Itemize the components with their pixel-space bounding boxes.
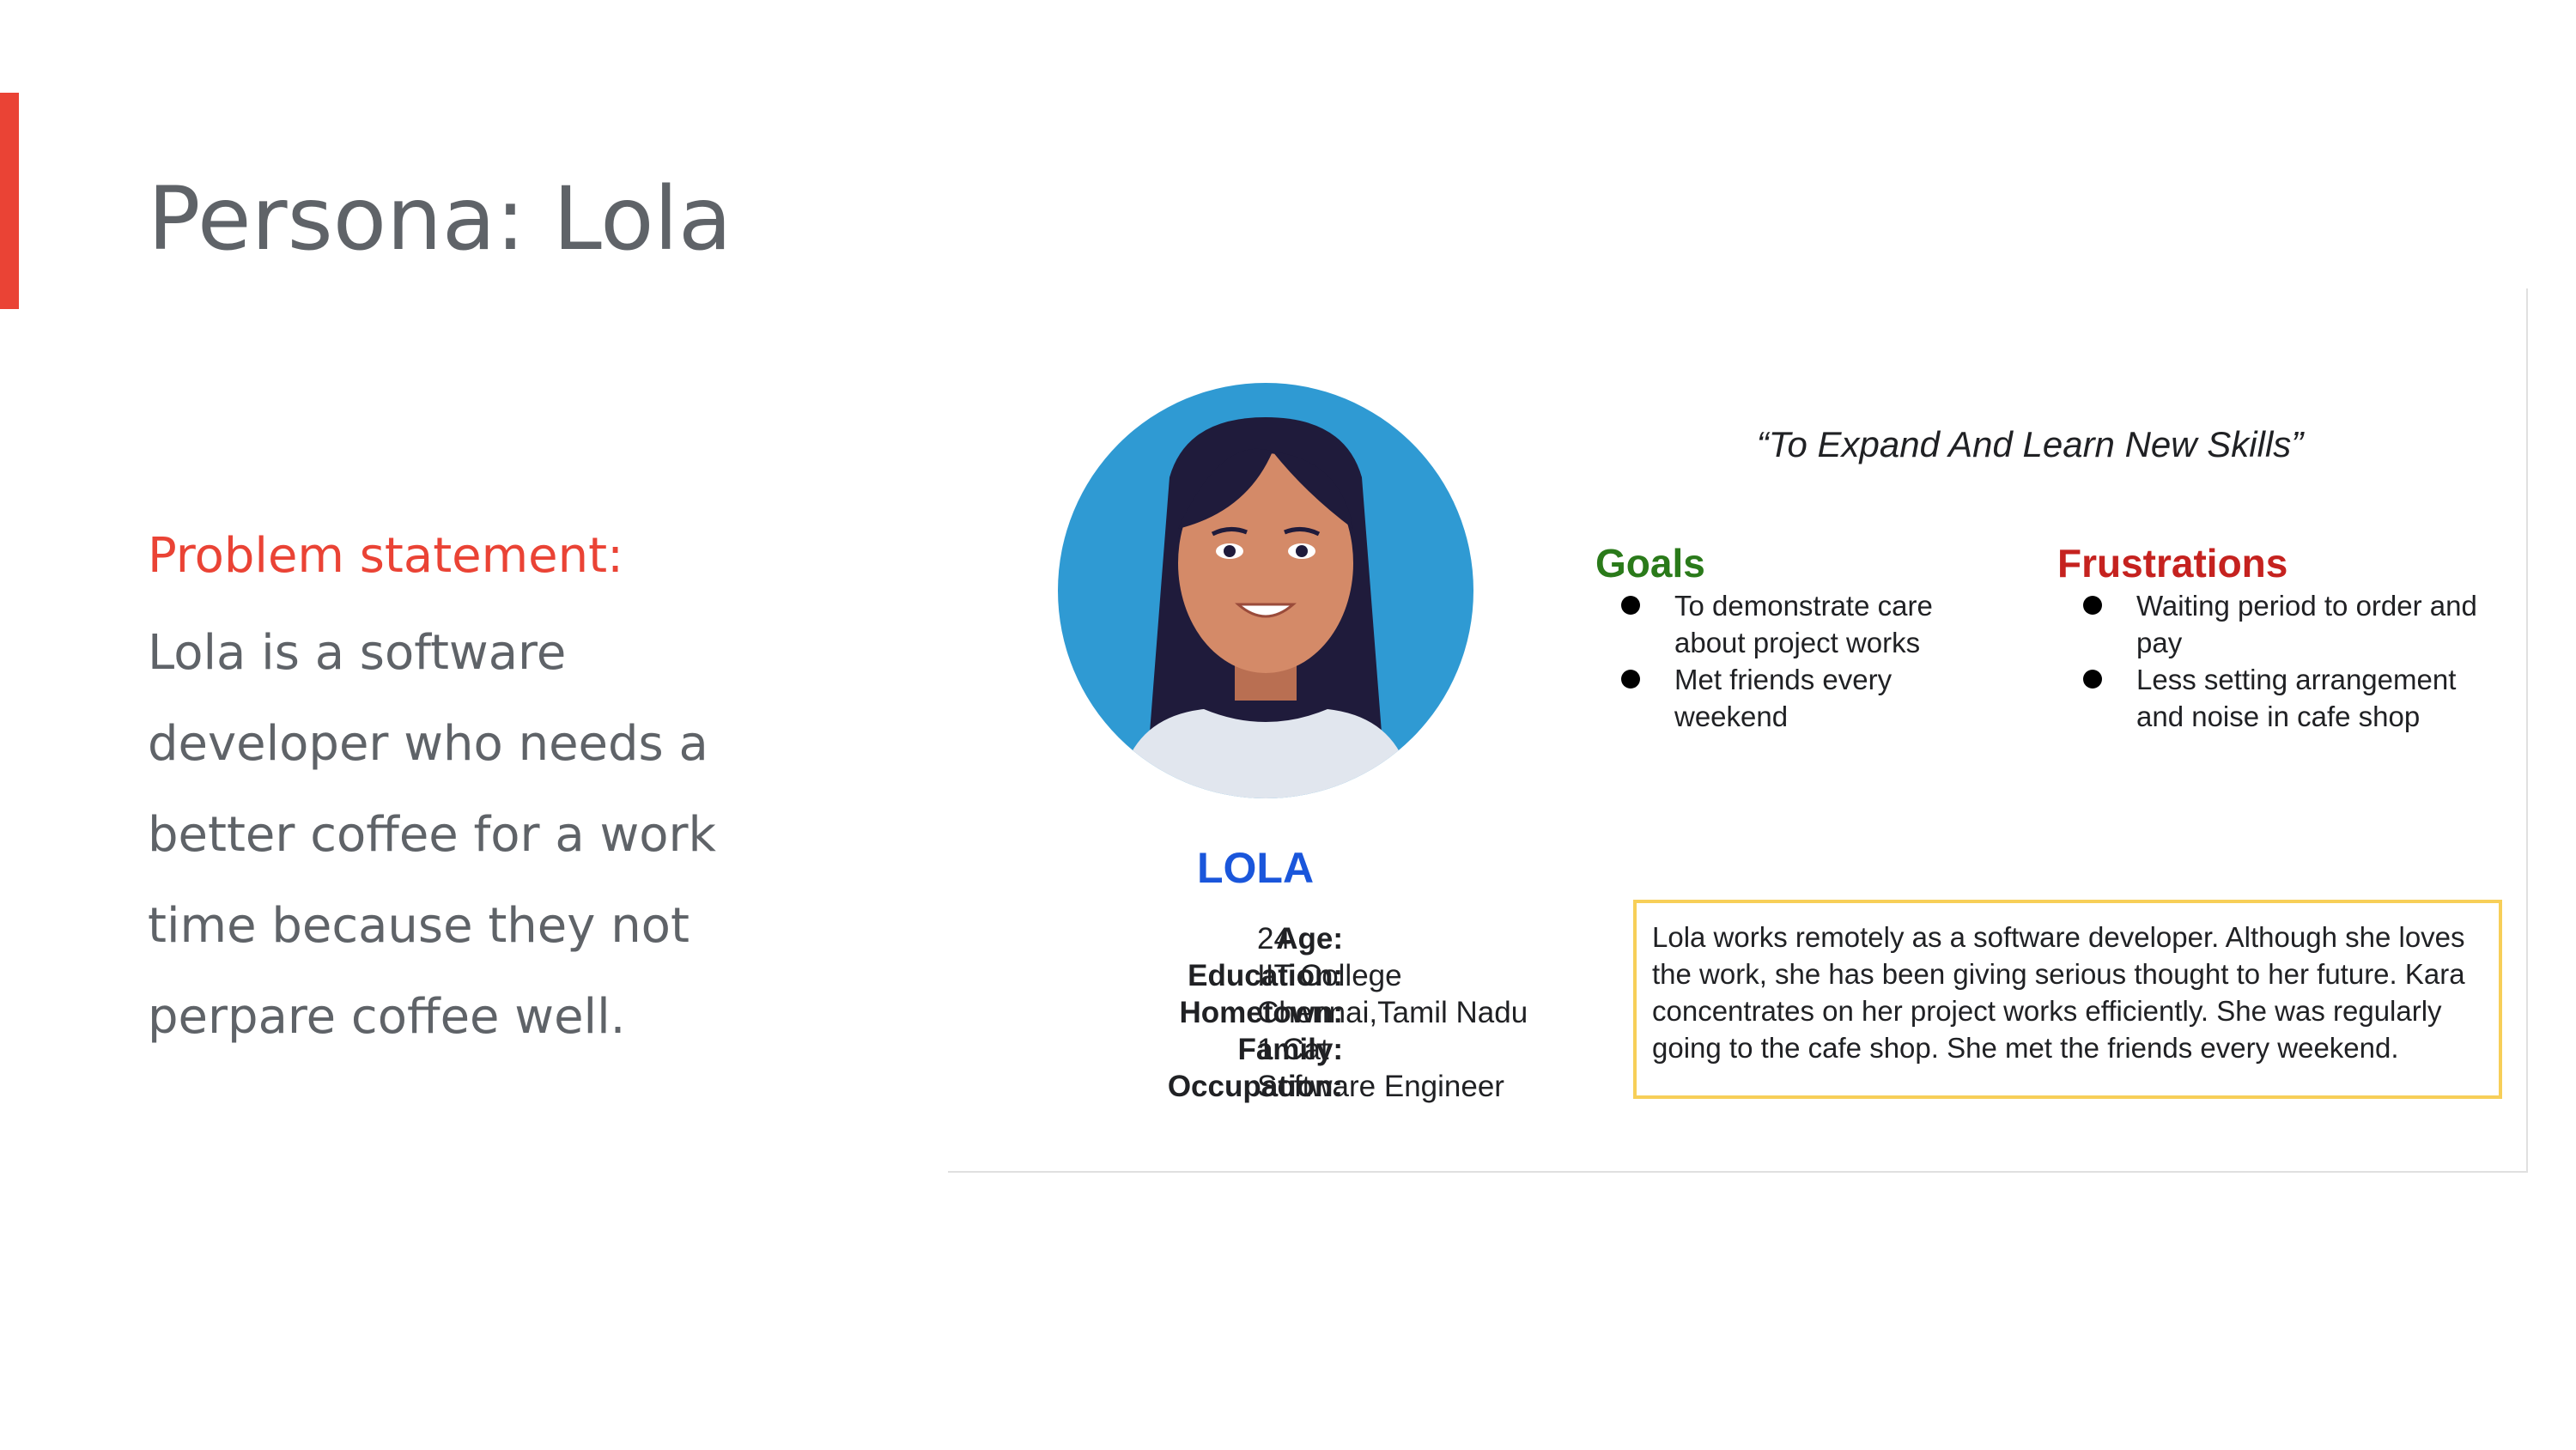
list-item: Met friends every weekend <box>1621 661 2008 735</box>
detail-row-hometown: Hometown: Chennai,Tamil Nadu <box>948 996 1721 1033</box>
detail-value: Software Engineer <box>1257 1070 1504 1103</box>
bullet-icon <box>1621 670 1640 689</box>
frustration-text: Waiting period to order and pay <box>2136 590 2477 658</box>
goals-section: Goals To demonstrate care about project … <box>1595 539 2008 735</box>
problem-statement: Problem statement: Lola is a software de… <box>148 515 800 1063</box>
detail-row-family: Family: 1 Cat <box>948 1033 1721 1070</box>
detail-value: Chennai,Tamil Nadu <box>1257 996 1528 1029</box>
persona-avatar <box>1058 383 1473 798</box>
goal-text: To demonstrate care about project works <box>1674 590 1933 658</box>
goals-list: To demonstrate care about project works … <box>1595 587 2008 735</box>
persona-bio: Lola works remotely as a software develo… <box>1633 900 2502 1099</box>
detail-row-occupation: Occupation: Software Engineer <box>948 1070 1721 1107</box>
frustration-text: Less setting arrangement and noise in ca… <box>2136 664 2457 732</box>
goal-text: Met friends every weekend <box>1674 664 1893 732</box>
detail-value: 24 <box>1257 922 1291 956</box>
list-item: Waiting period to order and pay <box>2083 587 2504 661</box>
persona-details: Age: 24 Education: IIT College Hometown:… <box>948 922 1721 1107</box>
detail-row-age: Age: 24 <box>948 922 1721 959</box>
detail-row-education: Education: IIT College <box>948 959 1721 996</box>
bullet-icon <box>2083 670 2102 689</box>
persona-name: LOLA <box>1197 844 1315 892</box>
detail-value: 1 Cat <box>1257 1033 1329 1066</box>
list-item: Less setting arrangement and noise in ca… <box>2083 661 2504 735</box>
persona-card: LOLA Age: 24 Education: IIT College Home… <box>948 288 2528 1173</box>
frustrations-heading: Frustrations <box>2057 541 2288 585</box>
problem-text: Lola is a software developer who needs a… <box>148 625 716 1045</box>
accent-bar <box>0 93 19 309</box>
bullet-icon <box>1621 596 1640 615</box>
detail-value: IIT College <box>1257 959 1402 992</box>
persona-quote: “To Expand And Learn New Skills” <box>1756 424 2304 464</box>
problem-heading: Problem statement: <box>148 528 623 584</box>
list-item: To demonstrate care about project works <box>1621 587 2008 661</box>
frustrations-section: Frustrations Waiting period to order and… <box>2057 539 2504 735</box>
frustrations-list: Waiting period to order and pay Less set… <box>2057 587 2504 735</box>
bullet-icon <box>2083 596 2102 615</box>
goals-heading: Goals <box>1595 541 1705 585</box>
slide-title: Persona: Lola <box>148 168 732 270</box>
